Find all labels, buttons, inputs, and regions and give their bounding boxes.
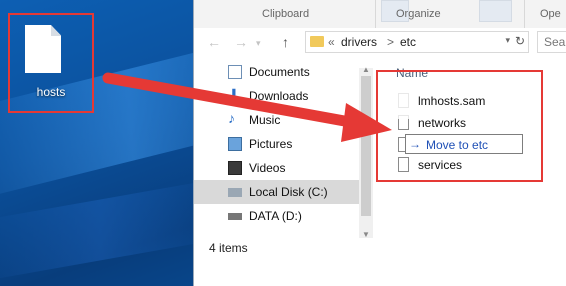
annotation-arrow-shaft <box>102 72 356 128</box>
annotation-arrow-head <box>341 103 392 142</box>
annotation-arrow <box>102 72 392 142</box>
